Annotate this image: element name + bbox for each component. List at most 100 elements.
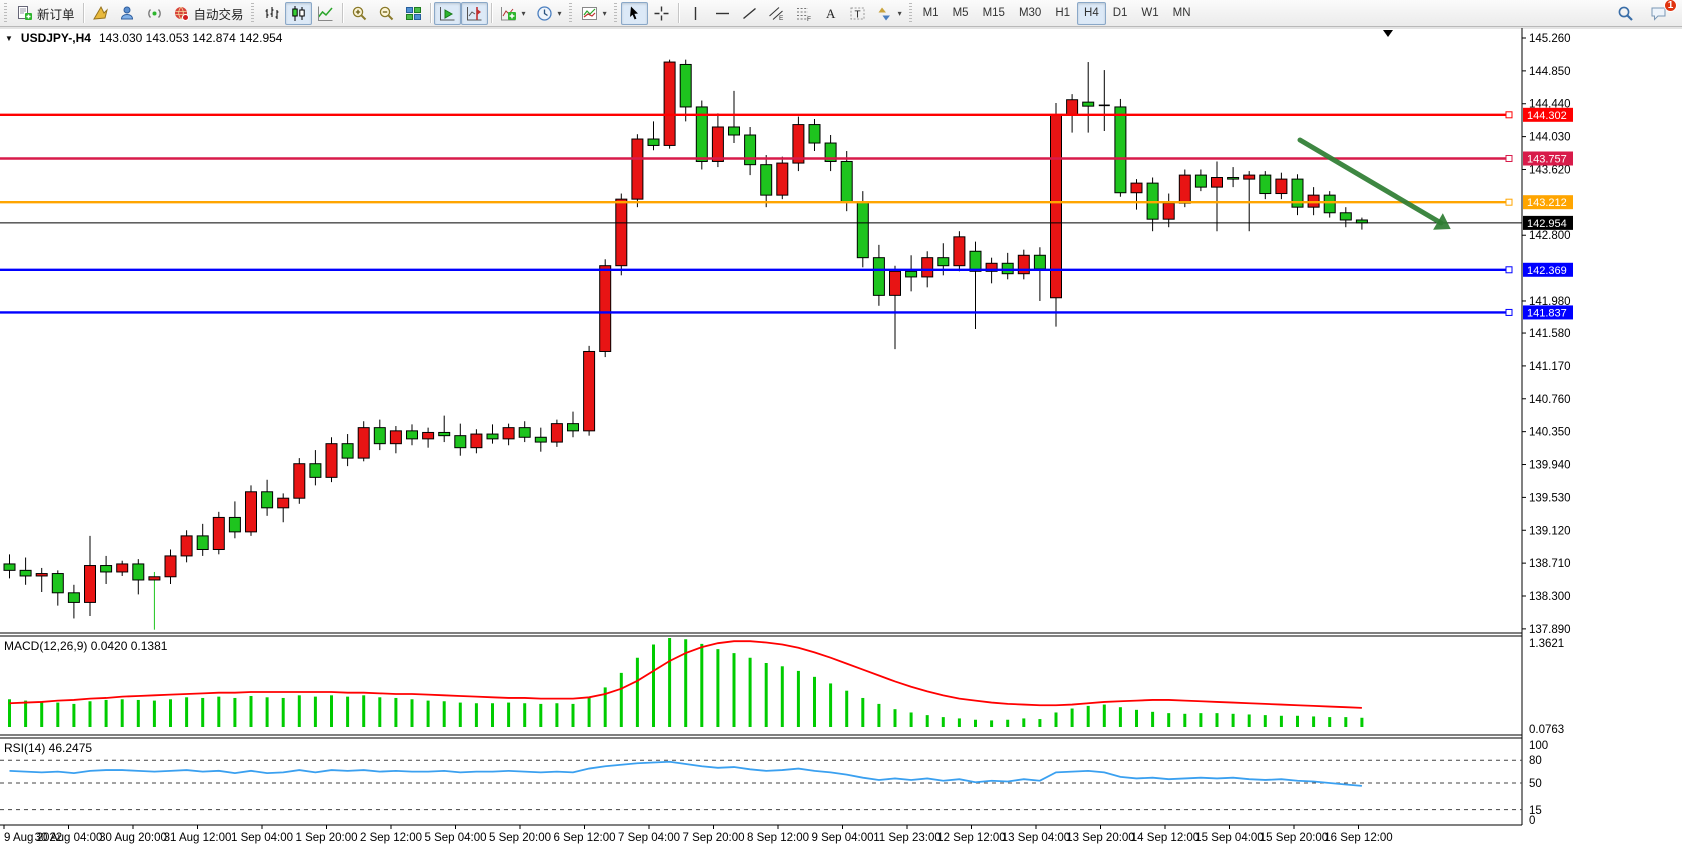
candlestick — [535, 437, 546, 442]
candlestick — [954, 237, 965, 266]
candlestick — [793, 125, 804, 163]
svg-text:T: T — [854, 9, 860, 20]
search-button[interactable] — [1612, 2, 1639, 25]
candlestick — [1340, 213, 1351, 220]
templates-button[interactable]: ▾ — [576, 2, 612, 25]
trend-icon — [741, 5, 758, 22]
autotrade-button-label: 自动交易 — [194, 4, 244, 23]
timeframe-h4-button[interactable]: H4 — [1077, 2, 1106, 25]
toolbar-separator — [430, 3, 431, 23]
broadcast-icon — [146, 5, 163, 22]
candlestick — [1324, 195, 1335, 213]
candlestick — [1228, 178, 1239, 180]
style-pointer-button[interactable] — [87, 2, 114, 25]
rsi-scale-label: 100 — [1529, 740, 1548, 752]
candlestick — [326, 444, 337, 478]
notifications-button[interactable]: 1 — [1645, 2, 1672, 25]
periods-button[interactable]: ▾ — [531, 2, 567, 25]
candlestick — [181, 536, 192, 556]
candlestick — [165, 556, 176, 577]
timeframe-h1-button[interactable]: H1 — [1048, 2, 1077, 25]
zoom-out-icon — [378, 5, 395, 22]
svg-text:F: F — [807, 16, 811, 22]
price-label-text: 144.302 — [1527, 110, 1567, 122]
candlestick — [1034, 255, 1045, 269]
autotrade-button[interactable]: 自动交易 — [168, 2, 249, 25]
crosshair-icon — [653, 5, 670, 22]
channel-button[interactable]: E — [763, 2, 790, 25]
candlestick — [149, 577, 160, 580]
candlestick — [36, 574, 47, 576]
indicators-icon — [500, 5, 517, 22]
indicators-button[interactable]: ▾ — [495, 2, 531, 25]
price-chart-canvas[interactable]: 145.260144.850144.440144.030143.620142.8… — [0, 27, 1682, 846]
new-order-button[interactable]: 新订单 — [11, 2, 80, 25]
candlestick — [1260, 175, 1271, 193]
text-label-button[interactable]: T — [844, 2, 871, 25]
trend-arrow-annotation[interactable] — [1300, 140, 1441, 223]
candlestick — [68, 593, 79, 603]
vertical-line-button[interactable] — [682, 2, 709, 25]
down-triangle-marker — [1383, 30, 1393, 37]
zoom-in-button[interactable] — [346, 2, 373, 25]
chevron-down-icon: ▾ — [603, 9, 607, 18]
time-tick-label: 7 Sep 20:00 — [682, 832, 744, 844]
price-tick-label: 145.260 — [1529, 33, 1571, 45]
timeframe-d1-button[interactable]: D1 — [1106, 2, 1135, 25]
price-tick-label: 139.120 — [1529, 525, 1571, 537]
candlestick — [85, 566, 96, 603]
line-chart-button[interactable] — [312, 2, 339, 25]
timeframe-m30-button[interactable]: M30 — [1012, 2, 1048, 25]
level-line-handle[interactable] — [1506, 156, 1512, 162]
level-line-handle[interactable] — [1506, 267, 1512, 273]
candlestick — [1083, 102, 1094, 106]
timeframe-m1-button[interactable]: M1 — [916, 2, 946, 25]
chart-ohlc-values: 143.030 143.053 142.874 142.954 — [99, 31, 283, 45]
candlestick — [101, 566, 112, 572]
level-line-handle[interactable] — [1506, 199, 1512, 205]
labelT-icon: T — [849, 5, 866, 22]
rsi-line — [10, 762, 1362, 786]
timeframe-m5-button[interactable]: M5 — [946, 2, 976, 25]
candle-chart-button[interactable] — [285, 2, 312, 25]
auto-scroll-button[interactable] — [434, 2, 461, 25]
toolbar-grip — [569, 3, 574, 23]
fibonacci-button[interactable]: F — [790, 2, 817, 25]
arrows-button[interactable]: ▾ — [871, 2, 907, 25]
candlestick — [374, 428, 385, 444]
timeframe-mn-button[interactable]: MN — [1166, 2, 1198, 25]
chevron-down-icon[interactable]: ▼ — [5, 34, 13, 43]
timeframe-m15-button[interactable]: M15 — [976, 2, 1012, 25]
candlestick — [664, 62, 675, 145]
timeframe-w1-button[interactable]: W1 — [1134, 2, 1165, 25]
bars-icon — [263, 5, 280, 22]
bar-chart-button[interactable] — [258, 2, 285, 25]
price-tick-label: 138.300 — [1529, 591, 1571, 603]
candlestick — [938, 258, 949, 266]
candlestick — [1163, 203, 1174, 219]
textA-icon: A — [822, 5, 839, 22]
candlestick — [20, 570, 31, 576]
text-button[interactable]: A — [817, 2, 844, 25]
autoscroll-icon — [439, 5, 456, 22]
toolbar-grip — [614, 3, 619, 23]
notification-badge: 1 — [1664, 0, 1677, 12]
price-label-text: 142.369 — [1527, 265, 1567, 277]
main-toolbar: 新订单自动交易▾▾▾EFAT▾M1M5M15M30H1H4D1W1MN1 — [0, 0, 1682, 27]
cursor-button[interactable] — [621, 2, 648, 25]
crosshair-button[interactable] — [648, 2, 675, 25]
community-button[interactable] — [114, 2, 141, 25]
channel-icon: E — [768, 5, 785, 22]
candlestick — [1276, 179, 1287, 193]
chart-shift-button[interactable] — [461, 2, 488, 25]
signals-button[interactable] — [141, 2, 168, 25]
candlestick — [568, 424, 579, 431]
level-line-handle[interactable] — [1506, 309, 1512, 315]
macd-indicator-label: MACD(12,26,9) 0.0420 0.1381 — [4, 639, 167, 653]
zoom-out-button[interactable] — [373, 2, 400, 25]
chart-window[interactable]: 145.260144.850144.440144.030143.620142.8… — [0, 27, 1682, 846]
tile-windows-button[interactable] — [400, 2, 427, 25]
horizontal-line-button[interactable] — [709, 2, 736, 25]
trendline-button[interactable] — [736, 2, 763, 25]
level-line-handle[interactable] — [1506, 112, 1512, 118]
